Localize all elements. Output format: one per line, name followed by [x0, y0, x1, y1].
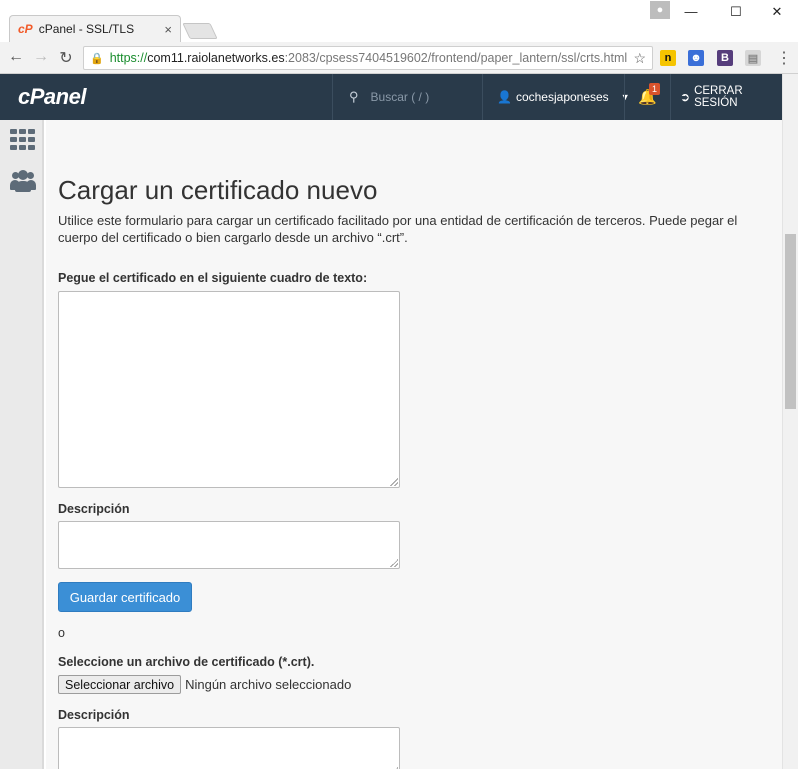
page-scrollbar[interactable]	[782, 74, 798, 769]
file-description-textarea[interactable]	[58, 727, 400, 769]
or-separator: o	[58, 626, 65, 640]
n-extension-icon[interactable]: n	[660, 50, 676, 66]
lock-icon: 🔒	[90, 52, 104, 65]
search-box[interactable]: ⚲ Buscar ( / )	[332, 74, 482, 120]
new-tab-button[interactable]	[182, 23, 218, 39]
user-icon: 👤	[497, 90, 512, 104]
profile-icon[interactable]: ●	[650, 1, 670, 19]
browser-toolbar: ← → ↻ 🔒 https:// com11.raiolanetworks.es…	[0, 42, 798, 74]
cpanel-favicon-icon: cP	[18, 22, 33, 36]
browser-menu-icon[interactable]: ⋮	[776, 48, 792, 68]
search-icon: ⚲	[349, 89, 359, 104]
back-button[interactable]: ←	[6, 48, 26, 66]
b-extension-icon[interactable]: B	[717, 50, 733, 66]
url-path: :2083/cpsess7404519602/frontend/paper_la…	[284, 51, 628, 65]
address-bar[interactable]: 🔒 https:// com11.raiolanetworks.es :2083…	[83, 46, 653, 70]
logout-label: CERRAR SESIÓN	[694, 85, 743, 109]
forward-button[interactable]: →	[31, 48, 51, 66]
file-status: Ningún archivo seleccionado	[185, 677, 352, 692]
file-input[interactable]: Seleccionar archivo Ningún archivo selec…	[58, 675, 351, 694]
cpanel-logo[interactable]: cPanel	[18, 84, 86, 110]
notification-badge: 1	[649, 83, 661, 95]
bookmark-star-icon[interactable]: ☆	[633, 50, 646, 67]
logout-button[interactable]: ➲ CERRAR SESIÓN	[670, 74, 782, 120]
logout-icon: ➲	[680, 90, 691, 104]
certificate-textarea[interactable]	[58, 291, 400, 488]
main-content: Cargar un certificado nuevo Utilice este…	[46, 120, 782, 769]
robot-extension-icon[interactable]: ☻	[688, 50, 704, 66]
user-menu[interactable]: 👤 cochesjaponeses ▼	[482, 74, 630, 120]
search-placeholder: Buscar ( / )	[370, 90, 430, 104]
description-label: Descripción	[58, 502, 130, 516]
maximize-button[interactable]: ☐	[721, 4, 751, 20]
notifications-button[interactable]: 🔔 1	[624, 74, 670, 120]
file-select-label: Seleccione un archivo de certificado (*.…	[58, 655, 315, 669]
reload-button[interactable]: ↻	[56, 48, 76, 68]
doc-extension-icon[interactable]: ▤	[745, 50, 761, 66]
resize-grip-icon[interactable]	[390, 559, 398, 567]
paste-certificate-label: Pegue el certificado en el siguiente cua…	[58, 271, 368, 285]
grid-icon[interactable]	[10, 129, 36, 151]
sidebar	[0, 120, 44, 769]
tab-title: cPanel - SSL/TLS	[38, 22, 135, 36]
browser-tab-cpanel[interactable]: cP cPanel - SSL/TLS ×	[9, 15, 181, 42]
url-host: com11.raiolanetworks.es	[147, 51, 285, 65]
username: cochesjaponeses	[515, 90, 609, 104]
save-certificate-button[interactable]: Guardar certificado	[58, 582, 192, 612]
tab-close-icon[interactable]: ×	[164, 22, 172, 37]
description-label-file: Descripción	[58, 708, 130, 722]
description-textarea[interactable]	[58, 521, 400, 569]
cpanel-header: cPanel ⚲ Buscar ( / ) 👤 cochesjaponeses …	[0, 74, 782, 120]
choose-file-button[interactable]: Seleccionar archivo	[58, 675, 182, 694]
page-title: Cargar un certificado nuevo	[58, 175, 378, 205]
url-scheme: https://	[109, 51, 148, 65]
users-icon[interactable]	[10, 170, 36, 192]
minimize-button[interactable]: —	[676, 4, 706, 19]
resize-grip-icon[interactable]	[390, 478, 398, 486]
close-window-button[interactable]: ✕	[762, 4, 792, 20]
scrollbar-thumb[interactable]	[785, 234, 796, 409]
page-description: Utilice este formulario para cargar un c…	[58, 213, 738, 245]
browser-titlebar: cP cPanel - SSL/TLS × ● — ☐ ✕	[0, 0, 798, 42]
